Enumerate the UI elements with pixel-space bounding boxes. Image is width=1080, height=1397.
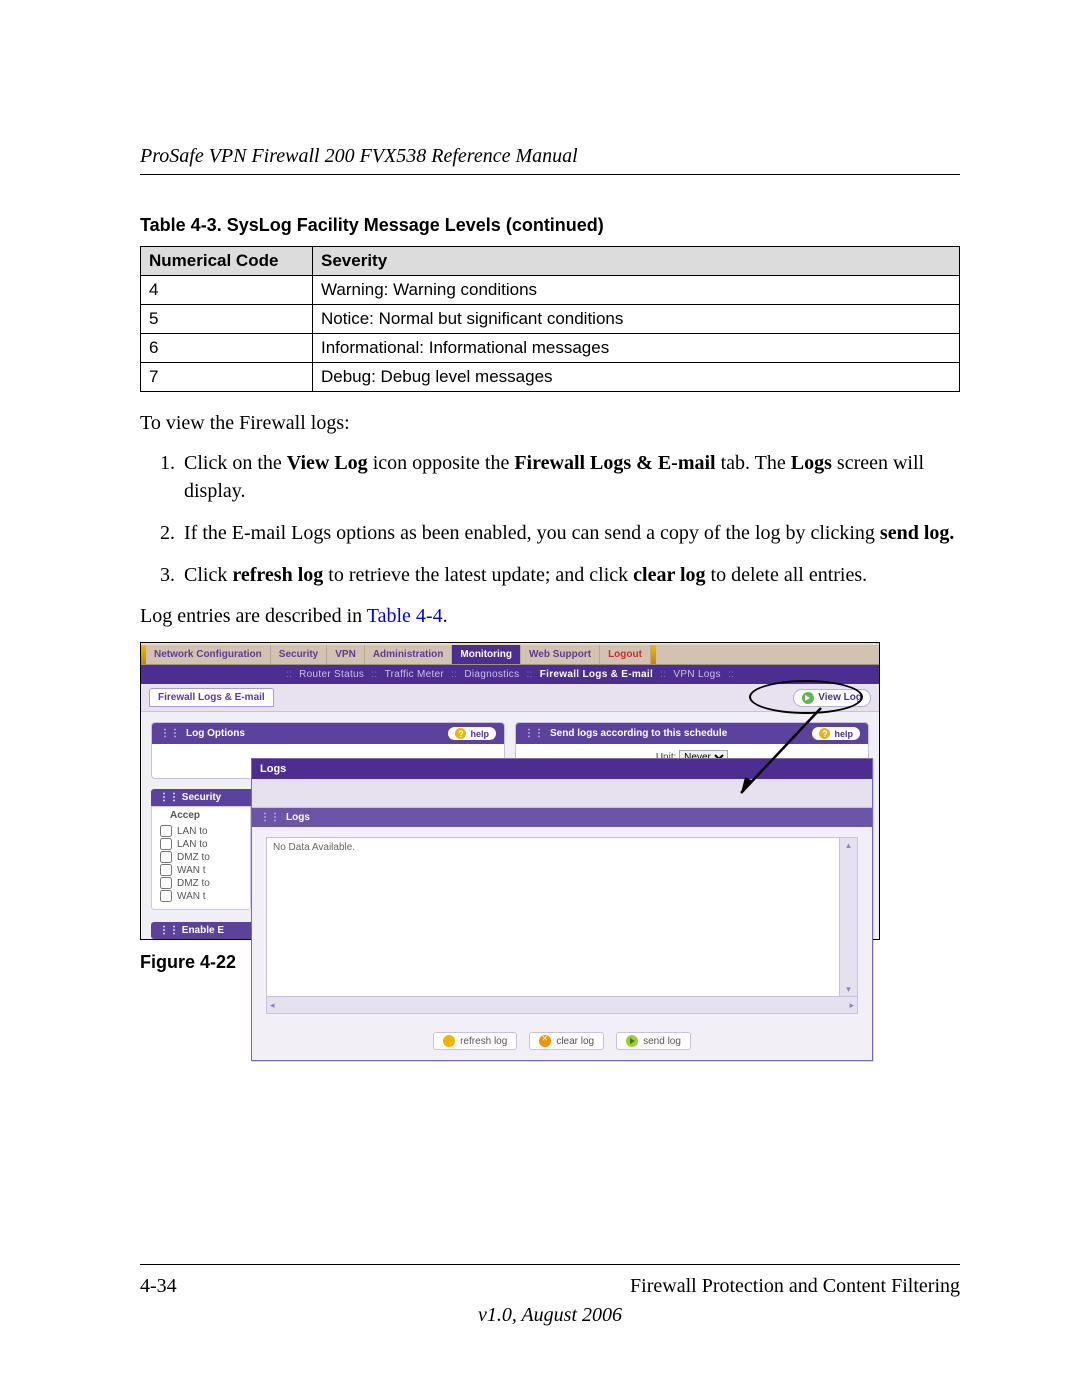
nav-tab-logout[interactable]: Logout <box>600 645 651 664</box>
accept-packets-panel: Accep LAN to LAN to DMZ to WAN t DMZ to … <box>151 806 251 910</box>
clear-icon <box>539 1035 551 1047</box>
page-tab-row: Firewall Logs & E-mail View Log <box>141 684 879 712</box>
sub-nav-firewall-logs[interactable]: Firewall Logs & E-mail <box>540 669 653 680</box>
security-panel-header: ⋮⋮ Security <box>151 789 257 806</box>
nav-tab-security[interactable]: Security <box>271 645 327 664</box>
log-options-title: Log Options <box>186 728 245 739</box>
chk-row[interactable]: LAN to <box>152 838 250 850</box>
view-log-button[interactable]: View Log <box>793 689 871 707</box>
steps-list: Click on the View Log icon opposite the … <box>140 449 960 589</box>
chk-row[interactable]: DMZ to <box>152 877 250 889</box>
cell-severity: Warning: Warning conditions <box>313 276 960 305</box>
post-list-text: Log entries are described in Table 4-4. <box>140 603 960 630</box>
refresh-icon <box>443 1035 455 1047</box>
logs-popup: Logs ⋮⋮ Logs No Data Available. ▴ ▾ <box>251 758 873 1061</box>
screenshot-figure: Network Configuration Security VPN Admin… <box>140 642 880 940</box>
schedule-title: Send logs according to this schedule <box>550 728 727 739</box>
step-3: Click refresh log to retrieve the latest… <box>180 561 960 589</box>
doc-version: v1.0, August 2006 <box>140 1304 960 1327</box>
vertical-scrollbar[interactable]: ▴ ▾ <box>840 837 858 997</box>
horizontal-scrollbar[interactable]: ◂ ▸ <box>266 997 858 1014</box>
chk-row[interactable]: WAN t <box>152 890 250 902</box>
nav-tab-admin[interactable]: Administration <box>365 645 453 664</box>
checkbox[interactable] <box>160 864 172 876</box>
view-log-label: View Log <box>818 692 862 703</box>
section-title: Firewall Protection and Content Filterin… <box>630 1275 960 1298</box>
chk-row[interactable]: LAN to <box>152 825 250 837</box>
checkbox[interactable] <box>160 825 172 837</box>
scroll-up-icon[interactable]: ▴ <box>840 838 857 852</box>
page-footer: 4-34 Firewall Protection and Content Fil… <box>140 1264 960 1327</box>
chk-row[interactable]: WAN t <box>152 864 250 876</box>
table-row: 7 Debug: Debug level messages <box>141 363 960 392</box>
step-1: Click on the View Log icon opposite the … <box>180 449 960 505</box>
refresh-log-button[interactable]: refresh log <box>433 1032 517 1050</box>
cell-severity: Notice: Normal but significant condition… <box>313 305 960 334</box>
sub-nav-router[interactable]: Router Status <box>299 669 364 680</box>
th-severity: Severity <box>313 247 960 276</box>
sub-nav-traffic[interactable]: Traffic Meter <box>385 669 444 680</box>
tab-firewall-logs-email[interactable]: Firewall Logs & E-mail <box>149 688 274 707</box>
scroll-down-icon[interactable]: ▾ <box>840 982 857 996</box>
help-button-right[interactable]: ?help <box>812 727 860 740</box>
checkbox[interactable] <box>160 851 172 863</box>
scroll-left-icon[interactable]: ◂ <box>270 1000 275 1011</box>
sub-nav-diag[interactable]: Diagnostics <box>464 669 519 680</box>
view-log-icon <box>802 692 814 704</box>
checkbox[interactable] <box>160 838 172 850</box>
help-button-left[interactable]: ?help <box>448 727 496 740</box>
table-link[interactable]: Table 4-4 <box>367 605 443 627</box>
cell-severity: Debug: Debug level messages <box>313 363 960 392</box>
nav-edge-right <box>651 645 656 664</box>
cell-code: 5 <box>141 305 313 334</box>
page-header: ProSafe VPN Firewall 200 FVX538 Referenc… <box>140 145 960 175</box>
logs-popup-title: Logs <box>252 759 872 779</box>
step-2: If the E-mail Logs options as been enabl… <box>180 519 960 547</box>
cell-severity: Informational: Informational messages <box>313 334 960 363</box>
send-icon <box>626 1035 638 1047</box>
chk-row[interactable]: DMZ to <box>152 851 250 863</box>
top-nav: Network Configuration Security VPN Admin… <box>141 643 879 665</box>
logs-panel-title: Logs <box>286 812 310 823</box>
table-row: 5 Notice: Normal but significant conditi… <box>141 305 960 334</box>
nav-tab-support[interactable]: Web Support <box>521 645 600 664</box>
clear-log-button[interactable]: clear log <box>529 1032 604 1050</box>
nav-tab-monitoring[interactable]: Monitoring <box>452 645 521 664</box>
intro-text: To view the Firewall logs: <box>140 410 960 437</box>
popup-button-row: refresh log clear log send log <box>252 1024 872 1060</box>
checkbox[interactable] <box>160 877 172 889</box>
table-row: 6 Informational: Informational messages <box>141 334 960 363</box>
table-row: 4 Warning: Warning conditions <box>141 276 960 305</box>
logs-textarea[interactable]: No Data Available. <box>266 837 840 997</box>
nav-tab-vpn[interactable]: VPN <box>327 645 365 664</box>
checkbox[interactable] <box>160 890 172 902</box>
syslog-table: Numerical Code Severity 4 Warning: Warni… <box>140 246 960 392</box>
table-caption: Table 4-3. SysLog Facility Message Level… <box>140 215 960 236</box>
th-code: Numerical Code <box>141 247 313 276</box>
enable-email-header: ⋮⋮ Enable E <box>151 922 257 939</box>
sub-nav-vpn-logs[interactable]: VPN Logs <box>673 669 720 680</box>
accepts-header: Accep <box>152 807 250 824</box>
cell-code: 4 <box>141 276 313 305</box>
scroll-right-icon[interactable]: ▸ <box>849 1000 854 1011</box>
nav-tab-network[interactable]: Network Configuration <box>146 645 271 664</box>
cell-code: 7 <box>141 363 313 392</box>
page-number: 4-34 <box>140 1275 177 1298</box>
cell-code: 6 <box>141 334 313 363</box>
sub-nav: :: Router Status :: Traffic Meter :: Dia… <box>141 665 879 684</box>
send-log-button[interactable]: send log <box>616 1032 691 1050</box>
